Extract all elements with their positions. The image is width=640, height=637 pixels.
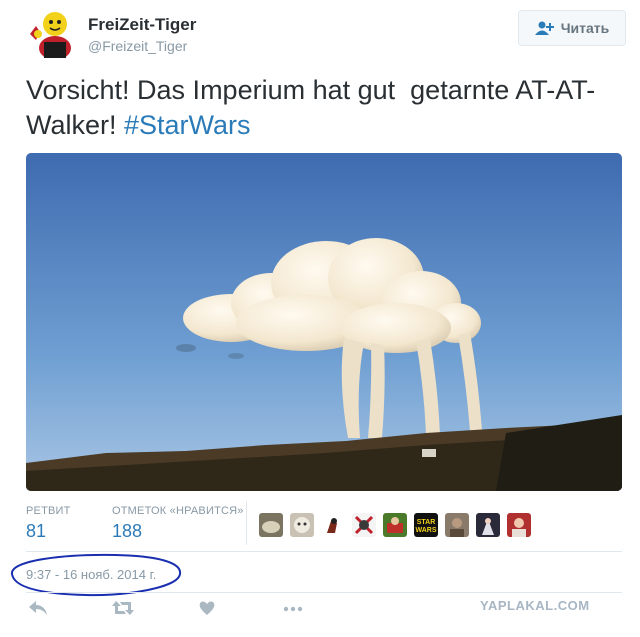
- more-icon[interactable]: [282, 599, 304, 622]
- tweet-timestamp[interactable]: 9:37 - 16 нояб. 2014 г.: [26, 567, 156, 582]
- like-count: 188: [112, 521, 143, 541]
- stats-divider: [246, 501, 247, 545]
- liker-avatar[interactable]: [507, 513, 531, 537]
- retweet-stat[interactable]: РЕТВИТ 81: [26, 505, 71, 542]
- divider: [26, 592, 622, 593]
- user-avatar[interactable]: [26, 8, 76, 58]
- tweet-text: Vorsicht! Das Imperium hat gut getarnte …: [26, 73, 626, 143]
- svg-text:WARS: WARS: [416, 527, 437, 534]
- liker-avatar[interactable]: [476, 513, 500, 537]
- liker-avatar[interactable]: [290, 513, 314, 537]
- hashtag-link[interactable]: #StarWars: [124, 110, 251, 140]
- reply-icon[interactable]: [28, 599, 48, 622]
- site-watermark: YAPLAKAL.COM: [480, 598, 590, 613]
- add-user-icon: [534, 21, 554, 35]
- liker-avatar[interactable]: [259, 513, 283, 537]
- follow-button[interactable]: Читать: [518, 10, 626, 46]
- like-stat[interactable]: ОТМЕТОК «НРАВИТСЯ» 188: [112, 505, 244, 542]
- retweet-icon[interactable]: [112, 599, 134, 622]
- liker-avatar[interactable]: [321, 513, 345, 537]
- liker-avatar[interactable]: [383, 513, 407, 537]
- user-handle[interactable]: @Freizeit_Tiger: [88, 38, 187, 54]
- tweet-body: Vorsicht! Das Imperium hat gut getarnte …: [26, 75, 596, 140]
- liker-avatar[interactable]: [445, 513, 469, 537]
- retweet-label: РЕТВИТ: [26, 505, 71, 517]
- cloud-walker-photo: [26, 153, 622, 491]
- tweet-stats: РЕТВИТ 81 ОТМЕТОК «НРАВИТСЯ» 188 STAR WAR…: [26, 499, 622, 551]
- svg-text:STAR: STAR: [417, 519, 436, 526]
- tweet-photo[interactable]: [26, 153, 622, 491]
- tiger-avatar-icon: [26, 8, 76, 58]
- tweet-header: FreiZeit-Tiger @Freizeit_Tiger Читать: [26, 8, 626, 60]
- user-name[interactable]: FreiZeit-Tiger: [88, 15, 196, 35]
- liker-avatar[interactable]: [352, 513, 376, 537]
- follow-button-label: Читать: [560, 20, 610, 36]
- like-label: ОТМЕТОК «НРАВИТСЯ»: [112, 505, 244, 517]
- liker-avatar[interactable]: STAR WARS: [414, 513, 438, 537]
- retweet-count: 81: [26, 521, 47, 541]
- like-icon[interactable]: [198, 599, 216, 622]
- liked-by-avatars: STAR WARS: [259, 513, 531, 537]
